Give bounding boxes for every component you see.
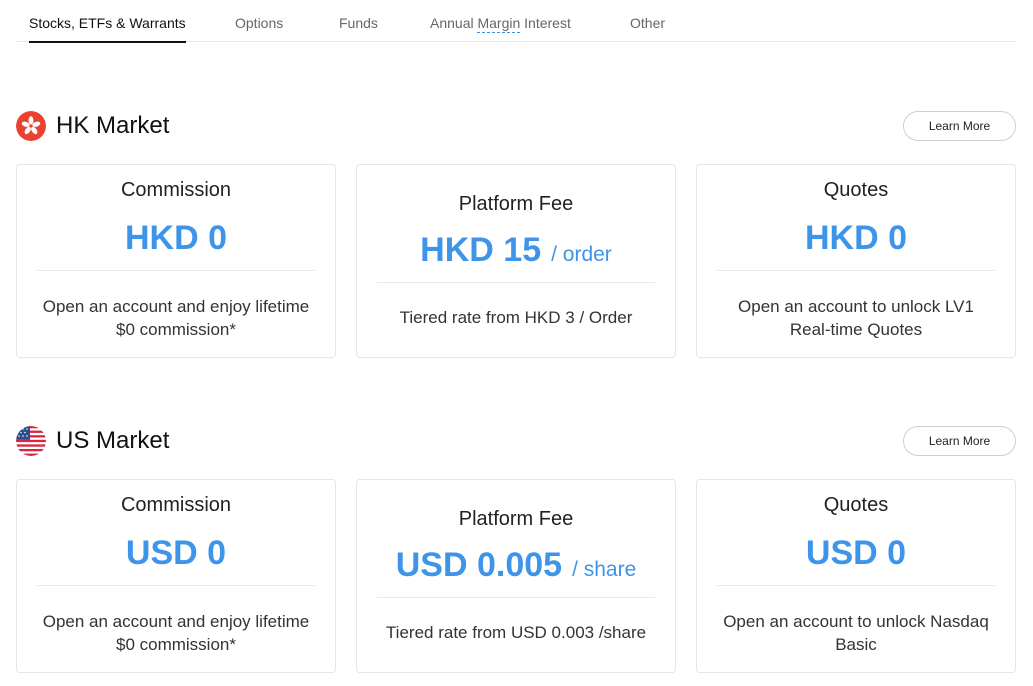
card-description: Tiered rate from HKD 3 / Order (399, 308, 633, 327)
price-value: USD 0.005 (395, 546, 563, 584)
card-value: USD 0 (17, 532, 335, 581)
card-description: Tiered rate from USD 0.003 /share (385, 623, 647, 642)
tab-annual-margin-interest[interactable]: Annual Margin Interest (430, 0, 571, 42)
hk-platform-fee-card: Platform Fee HKD 15 / order Tiered rate f… (356, 164, 676, 358)
us-flag-icon (16, 426, 46, 456)
card-title: Quotes (823, 179, 889, 201)
card-title: Platform Fee (458, 508, 574, 530)
price-unit: / order (551, 243, 612, 266)
hk-flag-icon (16, 111, 46, 141)
card-divider (377, 597, 655, 598)
hk-quotes-card: Quotes HKD 0 Open an account to unlock L… (696, 164, 1016, 358)
tab-other[interactable]: Other (630, 0, 665, 42)
price-value: USD 0 (125, 534, 227, 572)
card-description: Open an account and enjoy lifetime $0 co… (42, 612, 310, 654)
hk-market-title: HK Market (56, 112, 170, 139)
us-commission-card: Commission USD 0 Open an account and enj… (16, 479, 336, 673)
card-description: Open an account to unlock LV1 Real-time … (738, 297, 974, 339)
hk-market-header: HK Market Learn More (16, 110, 1016, 144)
card-title: Quotes (823, 494, 889, 516)
price-value: HKD 0 (804, 219, 908, 257)
margin-term-link[interactable]: Margin (477, 15, 521, 33)
tab-stocks-etfs-warrants[interactable]: Stocks, ETFs & Warrants (29, 0, 186, 43)
card-divider (37, 585, 315, 586)
card-value: USD 0 (697, 532, 1015, 581)
us-platform-fee-card: Platform Fee USD 0.005 / share Tiered rat… (356, 479, 676, 673)
price-value: USD 0 (805, 534, 907, 572)
price-unit: / share (572, 558, 637, 581)
tab-label-part: Interest (520, 15, 571, 31)
pricing-page: Stocks, ETFs & Warrants Options Funds An… (0, 0, 1033, 686)
card-value: USD 0.005 / share (357, 542, 675, 595)
card-divider (717, 270, 995, 271)
us-learn-more-button[interactable]: Learn More (903, 426, 1016, 456)
hk-learn-more-button[interactable]: Learn More (903, 111, 1016, 141)
us-market-title: US Market (56, 427, 170, 454)
product-tabs: Stocks, ETFs & Warrants Options Funds An… (16, 0, 1016, 43)
card-title: Commission (120, 179, 232, 201)
us-market-header: US Market Learn More (16, 425, 1016, 459)
card-value: HKD 0 (697, 217, 1015, 266)
card-title: Commission (120, 494, 232, 516)
card-description: Open an account to unlock Nasdaq Basic (723, 612, 989, 654)
card-description: Open an account and enjoy lifetime $0 co… (42, 297, 310, 339)
card-divider (37, 270, 315, 271)
hk-commission-card: Commission HKD 0 Open an account and enj… (16, 164, 336, 358)
tab-label-part: Annual (430, 15, 478, 31)
card-value: HKD 0 (17, 217, 335, 266)
tab-funds[interactable]: Funds (339, 0, 378, 42)
card-divider (377, 282, 655, 283)
tab-options[interactable]: Options (235, 0, 283, 42)
card-value: HKD 15 / order (357, 227, 675, 280)
card-divider (717, 585, 995, 586)
card-title: Platform Fee (458, 193, 574, 215)
price-value: HKD 0 (124, 219, 228, 257)
us-quotes-card: Quotes USD 0 Open an account to unlock N… (696, 479, 1016, 673)
price-value: HKD 15 (420, 231, 542, 269)
